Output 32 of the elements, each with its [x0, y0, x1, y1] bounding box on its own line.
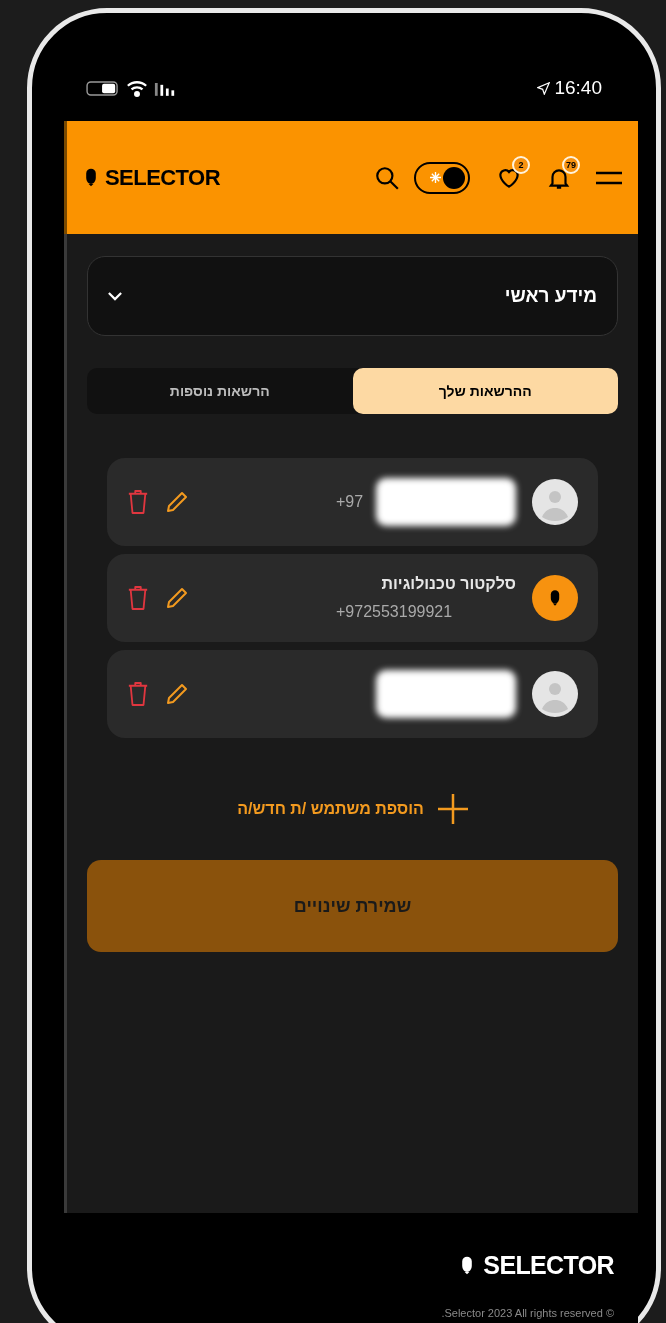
user-phone: +972553199921	[336, 602, 453, 622]
user-name: סלקטור טכנולוגיות	[380, 574, 516, 594]
count-badge: 79	[562, 155, 580, 174]
chevron-down-icon	[108, 291, 122, 301]
signal-icon	[154, 81, 176, 96]
delete-icon[interactable]	[127, 681, 149, 707]
theme-toggle[interactable]	[414, 161, 470, 194]
battery-icon	[86, 81, 120, 96]
location-arrow-icon	[537, 82, 551, 95]
edit-icon[interactable]	[165, 682, 189, 706]
add-user-link[interactable]: הוספת משתמש /ת חדש/ה	[237, 794, 468, 824]
tab[interactable]: הרשאות נוספות	[87, 368, 353, 414]
plus-icon	[437, 794, 468, 824]
footer-logo: SELECTOR	[483, 1250, 614, 1281]
search-icon[interactable]	[374, 164, 400, 191]
menu-icon[interactable]	[596, 170, 622, 185]
sun-icon	[430, 172, 441, 183]
avatar-silhouette-icon	[532, 479, 578, 525]
toggle-knob	[443, 166, 465, 189]
brand-logo[interactable]: SELECTOR	[105, 161, 220, 194]
copyright-text: .Selector 2023 All rights reserved ©	[441, 1305, 614, 1321]
edit-icon[interactable]	[165, 586, 189, 610]
delete-icon[interactable]	[127, 489, 149, 515]
tab[interactable]: ההרשאות שלך	[352, 368, 618, 414]
count-badge: 2	[512, 155, 530, 174]
user-phone: +97	[336, 492, 364, 512]
edit-icon[interactable]	[165, 490, 189, 514]
delete-icon[interactable]	[127, 585, 149, 611]
status-time: 16:40	[554, 76, 602, 101]
avatar-silhouette-icon	[532, 671, 578, 717]
wifi-icon	[126, 80, 148, 97]
section-dropdown[interactable]: מידע ראשי	[87, 256, 618, 336]
